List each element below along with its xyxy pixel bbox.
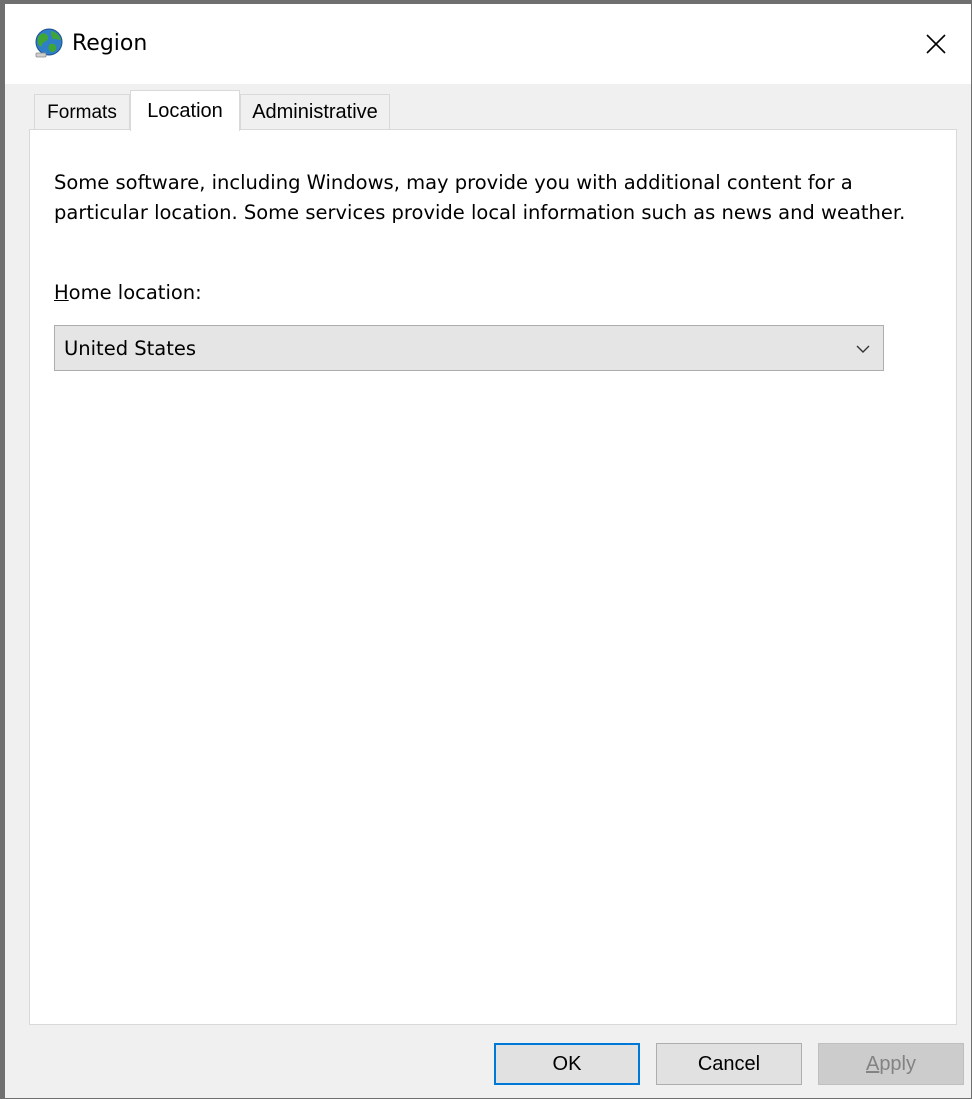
home-location-label-text: ome location: xyxy=(68,281,202,304)
close-icon xyxy=(926,34,946,54)
chevron-down-icon xyxy=(856,345,870,353)
apply-accesskey: A xyxy=(865,1052,880,1075)
tab-location[interactable]: Location xyxy=(130,90,240,131)
tab-strip: Formats Location Administrative xyxy=(34,90,434,131)
title-bar[interactable]: Region xyxy=(5,4,971,84)
region-globe-icon xyxy=(32,26,66,60)
home-location-accesskey: H xyxy=(54,281,69,304)
home-location-label: Home location: xyxy=(54,278,202,308)
home-location-dropdown[interactable]: United States xyxy=(54,325,884,371)
location-description: Some software, including Windows, may pr… xyxy=(54,171,906,224)
tab-administrative[interactable]: Administrative xyxy=(240,94,390,130)
apply-button[interactable]: Apply xyxy=(818,1043,964,1085)
location-tab-panel: Some software, including Windows, may pr… xyxy=(29,129,957,1025)
home-location-value: United States xyxy=(64,337,197,360)
ok-button[interactable]: OK xyxy=(494,1043,640,1085)
window-title: Region xyxy=(72,31,148,56)
tab-formats[interactable]: Formats xyxy=(34,94,130,130)
cancel-button[interactable]: Cancel xyxy=(656,1043,802,1085)
apply-label-text: pply xyxy=(879,1052,917,1075)
region-dialog: Region Formats Location Administrative S… xyxy=(0,0,972,1099)
close-button[interactable] xyxy=(901,4,971,84)
